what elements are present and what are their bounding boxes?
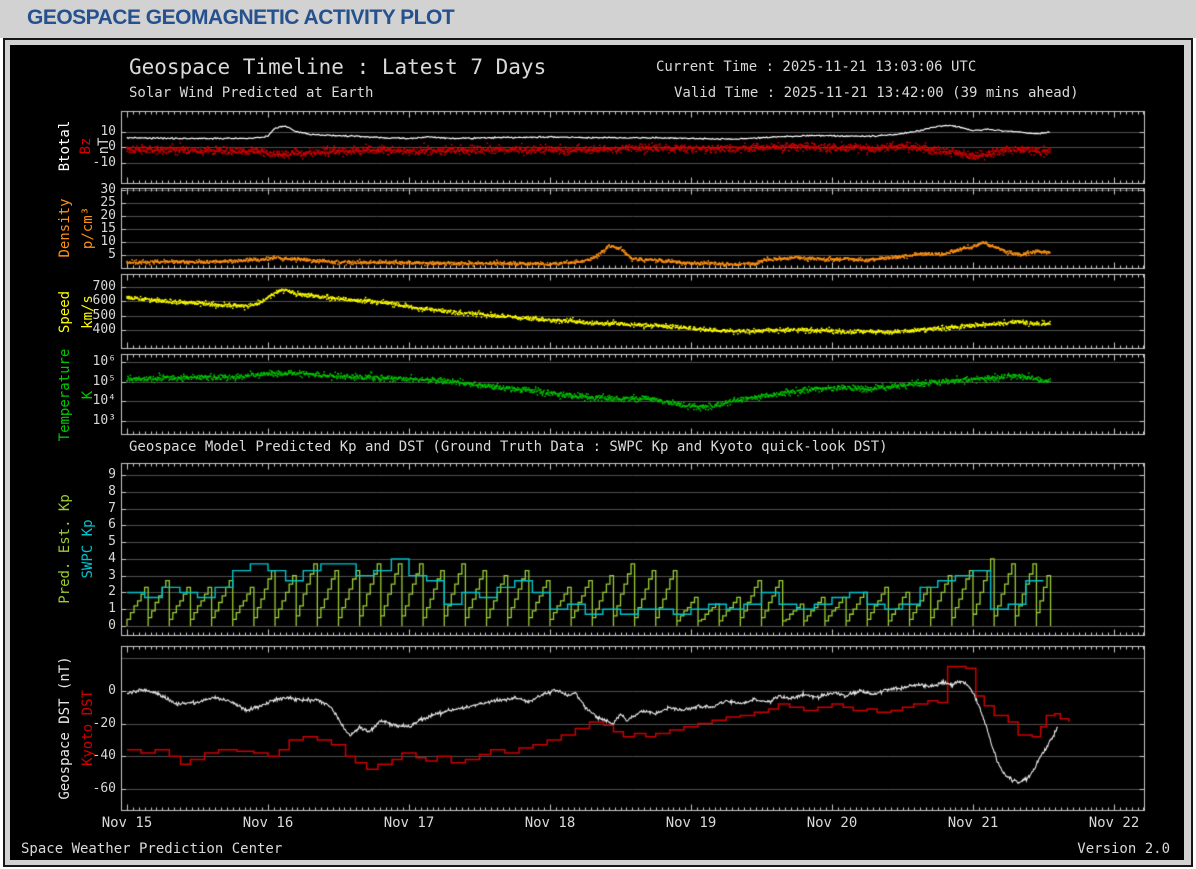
y-tick-label: 25 — [100, 195, 116, 210]
y-tick-label: -20 — [92, 715, 116, 731]
y-tick-label: -60 — [92, 780, 116, 796]
y-tick-label: 5 — [108, 247, 116, 262]
y-tick-label: 3 — [108, 567, 116, 583]
page-title: GEOSPACE GEOMAGNETIC ACTIVITY PLOT — [27, 6, 455, 29]
x-tick-label: Nov 15 — [101, 815, 153, 831]
x-tick-label: Nov 17 — [383, 815, 435, 831]
x-tick-label: Nov 16 — [242, 815, 294, 831]
x-tick-label: Nov 19 — [665, 815, 717, 831]
y-tick-label: 8 — [108, 483, 116, 499]
y-tick-label: 0 — [108, 139, 116, 154]
mid-title: Geospace Model Predicted Kp and DST (Gro… — [129, 439, 888, 455]
plot-frame: Geospace Timeline : Latest 7 Days Solar … — [3, 38, 1193, 867]
y-tick-label: 500 — [92, 307, 116, 323]
x-tick-label: Nov 18 — [524, 815, 576, 831]
footer-left: Space Weather Prediction Center — [21, 841, 283, 857]
y-tick-label: 20 — [100, 208, 116, 223]
x-tick-label: Nov 21 — [947, 815, 999, 831]
y-tick-label: 0 — [108, 618, 116, 633]
y-tick-label: 2 — [108, 584, 116, 600]
y-tick-label: 400 — [92, 322, 116, 337]
y-tick-label: 4 — [108, 550, 116, 566]
x-tick-label: Nov 22 — [1088, 815, 1140, 831]
y-tick-label: 0 — [108, 683, 116, 698]
x-tick-label: Nov 20 — [806, 815, 858, 831]
y-tick-label: 10 — [100, 234, 116, 249]
y-tick-label: 700 — [92, 278, 116, 294]
current-time: Current Time : 2025-11-21 13:03:06 UTC — [656, 59, 977, 75]
y-tick-label: 6 — [108, 517, 116, 533]
y-tick-label: 1 — [108, 601, 116, 617]
footer-right: Version 2.0 — [1077, 841, 1170, 857]
y-tick-label: 10⁶ — [92, 354, 116, 369]
y-tick-label: 10⁴ — [92, 393, 116, 408]
geospace-plot: Geospace Timeline : Latest 7 Days Solar … — [10, 45, 1184, 860]
y-tick-label: 30 — [100, 182, 116, 197]
y-tick-label: 10³ — [92, 412, 116, 428]
page: GEOSPACE GEOMAGNETIC ACTIVITY PLOT Geosp… — [0, 0, 1196, 869]
y-tick-label: 10 — [100, 123, 116, 139]
y-tick-label: 15 — [100, 221, 116, 236]
plot-title: Geospace Timeline : Latest 7 Days — [129, 55, 547, 79]
y-tick-label: 9 — [108, 466, 116, 482]
valid-time: Valid Time : 2025-11-21 13:42:00 (39 min… — [674, 85, 1079, 101]
plot-subtitle: Solar Wind Predicted at Earth — [129, 85, 374, 101]
y-tick-label: 5 — [108, 534, 116, 550]
y-tick-label: -40 — [92, 748, 116, 764]
page-header: GEOSPACE GEOMAGNETIC ACTIVITY PLOT — [0, 0, 1196, 38]
y-tick-label: -10 — [92, 154, 116, 170]
y-tick-label: 10⁵ — [92, 373, 116, 389]
y-tick-label: 600 — [92, 293, 116, 308]
y-tick-label: 7 — [108, 500, 116, 516]
